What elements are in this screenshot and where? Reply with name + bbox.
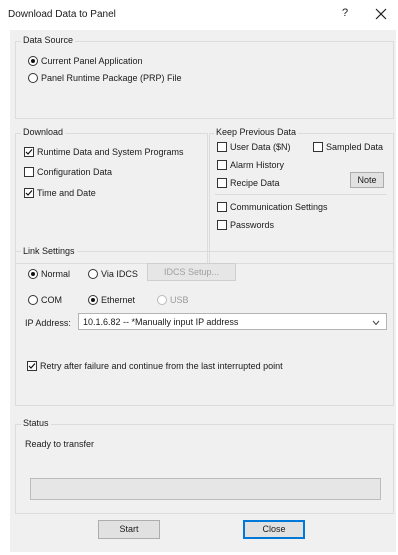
check-label: Runtime Data and System Programs <box>37 147 184 157</box>
ip-address-value: 10.1.6.82 -- *Manually input IP address <box>83 317 239 327</box>
check-label: Alarm History <box>230 160 285 170</box>
close-icon[interactable] <box>372 5 390 23</box>
check-label: Recipe Data <box>230 178 280 188</box>
checkbox <box>217 178 227 188</box>
check-label: Retry after failure and continue from th… <box>40 361 283 371</box>
radio-via-idcs[interactable]: Via IDCS <box>88 269 138 279</box>
check-passwords[interactable]: Passwords <box>217 220 274 230</box>
window-title: Download Data to Panel <box>8 9 116 20</box>
check-user-data[interactable]: User Data ($N) <box>217 142 291 152</box>
keep-previous-legend: Keep Previous Data <box>214 127 299 137</box>
check-recipe-data[interactable]: Recipe Data <box>217 178 280 188</box>
radio-label: Current Panel Application <box>41 56 143 66</box>
link-settings-legend: Link Settings <box>21 246 77 256</box>
download-legend: Download <box>21 127 66 137</box>
help-button[interactable]: ? <box>338 7 352 23</box>
keep-previous-divider <box>215 194 387 195</box>
check-sampled-data[interactable]: Sampled Data <box>313 142 383 152</box>
status-legend: Status <box>21 418 51 428</box>
chevron-down-icon <box>372 318 380 328</box>
radio-label: Normal <box>41 269 71 279</box>
checkbox <box>217 202 227 212</box>
keep-previous-group <box>209 133 394 264</box>
radio-label: USB <box>170 295 189 305</box>
checkbox <box>217 142 227 152</box>
start-button[interactable]: Start <box>98 520 160 539</box>
close-button[interactable]: Close <box>243 520 305 539</box>
checkbox <box>313 142 323 152</box>
check-alarm-history[interactable]: Alarm History <box>217 160 284 170</box>
radio-panel-runtime-package[interactable]: Panel Runtime Package (PRP) File <box>28 73 182 83</box>
checkbox <box>24 147 34 157</box>
check-communication-settings[interactable]: Communication Settings <box>217 202 328 212</box>
radio-circle <box>28 295 38 305</box>
check-retry-after-failure[interactable]: Retry after failure and continue from th… <box>27 361 283 371</box>
checkbox <box>24 188 34 198</box>
radio-com[interactable]: COM <box>28 295 62 305</box>
transfer-progress-bar <box>30 478 381 500</box>
check-label: Communication Settings <box>230 202 328 212</box>
radio-label: Ethernet <box>101 295 136 305</box>
radio-circle <box>28 73 38 83</box>
check-label: Passwords <box>230 220 275 230</box>
title-bar: Download Data to Panel ? <box>0 0 398 30</box>
radio-ethernet[interactable]: Ethernet <box>88 295 135 305</box>
radio-normal[interactable]: Normal <box>28 269 70 279</box>
radio-circle <box>88 295 98 305</box>
checkbox <box>217 160 227 170</box>
data-source-legend: Data Source <box>21 35 76 45</box>
radio-circle <box>28 56 38 66</box>
check-runtime-data[interactable]: Runtime Data and System Programs <box>24 147 184 157</box>
checkbox <box>27 361 37 371</box>
dialog-body: Data Source Current Panel Application Pa… <box>10 30 396 552</box>
check-label: User Data ($N) <box>230 142 291 152</box>
radio-circle <box>28 269 38 279</box>
check-label: Time and Date <box>37 188 96 198</box>
checkbox <box>24 167 34 177</box>
idcs-setup-button[interactable]: IDCS Setup... <box>147 263 236 281</box>
checkbox <box>217 220 227 230</box>
status-group <box>15 424 394 514</box>
radio-circle <box>157 295 167 305</box>
radio-circle <box>88 269 98 279</box>
radio-current-panel-application[interactable]: Current Panel Application <box>28 56 143 66</box>
radio-label: Panel Runtime Package (PRP) File <box>41 73 182 83</box>
note-button[interactable]: Note <box>350 172 384 188</box>
radio-usb[interactable]: USB <box>157 295 189 305</box>
ip-address-combo[interactable]: 10.1.6.82 -- *Manually input IP address <box>78 313 387 330</box>
check-label: Sampled Data <box>326 142 384 152</box>
status-text: Ready to transfer <box>25 439 95 449</box>
ip-address-label: IP Address: <box>25 318 71 328</box>
check-configuration-data[interactable]: Configuration Data <box>24 167 112 177</box>
radio-label: Via IDCS <box>101 269 138 279</box>
check-time-and-date[interactable]: Time and Date <box>24 188 96 198</box>
radio-label: COM <box>41 295 62 305</box>
check-label: Configuration Data <box>37 167 113 177</box>
